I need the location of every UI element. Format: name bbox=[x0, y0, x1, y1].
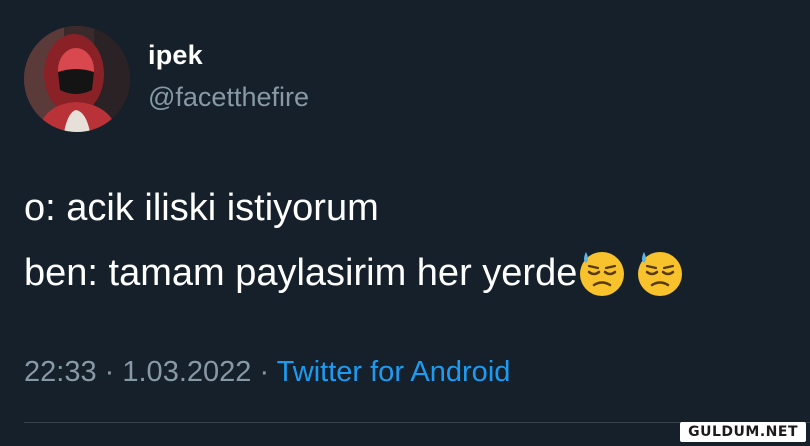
tweet-metadata: 22:33 · 1.03.2022 · Twitter for Android bbox=[24, 356, 510, 389]
downcast-face-with-sweat-emoji bbox=[638, 252, 683, 296]
tweet-card: ipek @facetthefire o: acik iliski istiyo… bbox=[0, 0, 810, 446]
tweet-time[interactable]: 22:33 bbox=[24, 356, 97, 388]
downcast-face-with-sweat-emoji bbox=[580, 252, 625, 296]
display-name[interactable]: ipek bbox=[148, 40, 203, 71]
emoji-group bbox=[577, 248, 693, 298]
avatar[interactable] bbox=[24, 26, 130, 132]
watermark-logo: GULDUM.NET bbox=[680, 422, 806, 442]
tweet-date[interactable]: 1.03.2022 bbox=[122, 356, 251, 388]
meta-separator: · bbox=[259, 356, 270, 388]
tweet-text-line-2-container: ben: tamam paylasirim her yerde bbox=[24, 248, 693, 298]
avatar-photo-icon bbox=[24, 26, 130, 132]
tweet-source-link[interactable]: Twitter for Android bbox=[277, 356, 511, 388]
meta-separator: · bbox=[104, 356, 115, 388]
user-handle[interactable]: @facetthefire bbox=[148, 82, 309, 113]
tweet-text-line-2: ben: tamam paylasirim her yerde bbox=[24, 252, 578, 294]
tweet-text-line-1: o: acik iliski istiyorum bbox=[24, 187, 379, 229]
